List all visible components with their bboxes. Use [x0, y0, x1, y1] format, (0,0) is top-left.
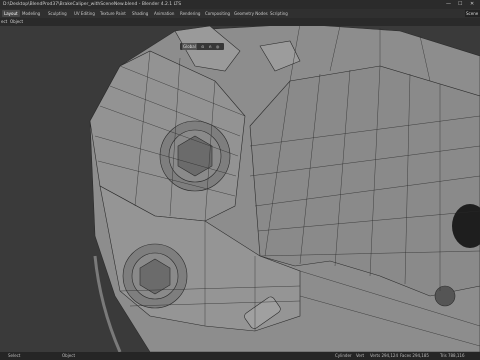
pivot-icon[interactable]: ⊙: [201, 44, 204, 49]
status-active-object: Cylinder: [335, 353, 352, 358]
status-bar: Select Object Cylinder Vert Verts 294,12…: [0, 352, 480, 360]
tab-texture-paint[interactable]: Texture Paint: [98, 10, 128, 17]
tab-animation[interactable]: Animation: [152, 10, 176, 17]
status-object: Object: [62, 353, 76, 358]
workspace-tabs-bar: Layout Modeling Sculpting UV Editing Tex…: [0, 9, 480, 18]
window-titlebar: D:\Desktop\BlendProd37\BrakeCaliper_with…: [0, 0, 480, 9]
tab-shading[interactable]: Shading: [130, 10, 150, 17]
status-vert: Vert: [356, 353, 365, 358]
scene-selector[interactable]: Scene: [465, 10, 480, 17]
maximize-icon[interactable]: ☐: [458, 0, 462, 9]
tab-scripting[interactable]: Scripting: [268, 10, 290, 17]
proportional-edit-icon[interactable]: ◎: [216, 44, 220, 49]
menu-object[interactable]: Object: [10, 18, 23, 26]
editor-header: ect Object: [0, 18, 480, 26]
3d-viewport[interactable]: Global ⊙ ∩ ◎: [0, 26, 480, 352]
status-select: Select: [8, 353, 21, 358]
minimize-icon[interactable]: —: [446, 0, 451, 9]
viewport-header: Global ⊙ ∩ ◎: [180, 43, 225, 50]
tab-layout[interactable]: Layout: [2, 10, 20, 17]
tab-rendering[interactable]: Rendering: [178, 10, 202, 17]
tab-compositing[interactable]: Compositing: [203, 10, 232, 17]
status-faces: Faces 294,185: [400, 353, 429, 358]
tab-modeling[interactable]: Modeling: [20, 10, 42, 17]
menu-select[interactable]: ect: [1, 18, 7, 26]
status-verts: Verts 294,124: [370, 353, 398, 358]
status-tris: Tris 788,116: [440, 353, 465, 358]
window-title: D:\Desktop\BlendProd37\BrakeCaliper_with…: [3, 2, 182, 7]
magnet-icon[interactable]: ∩: [209, 44, 212, 49]
mesh-render: [0, 26, 480, 352]
tab-geometry-nodes[interactable]: Geometry Nodes: [232, 10, 270, 17]
tab-sculpting[interactable]: Sculpting: [46, 10, 69, 17]
tab-uv-editing[interactable]: UV Editing: [72, 10, 97, 17]
transform-orientation-dropdown[interactable]: Global: [182, 43, 197, 50]
close-icon[interactable]: ✕: [470, 0, 474, 9]
